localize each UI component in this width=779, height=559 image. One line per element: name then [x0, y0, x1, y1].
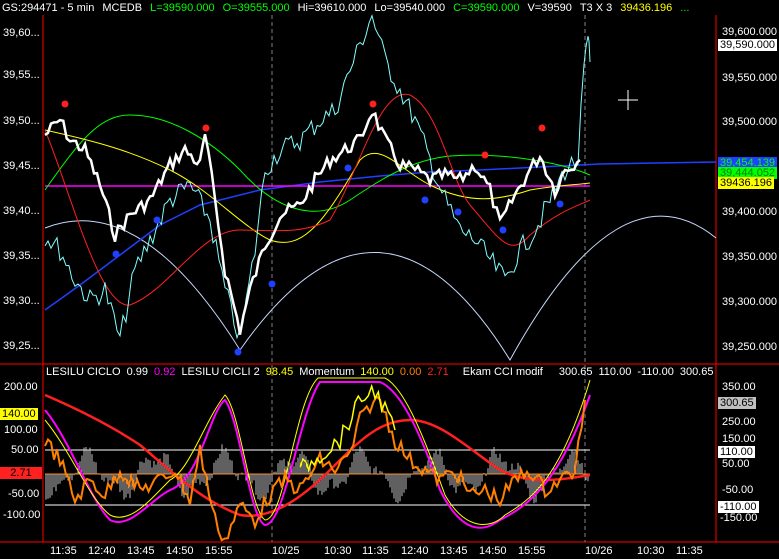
time-label: 13:45 [440, 545, 468, 557]
blue-trend-line [44, 161, 717, 311]
time-label: 15:55 [205, 545, 233, 557]
cci-v4: 300.65 [679, 366, 714, 378]
cyan-price-line [44, 13, 591, 340]
pivot-dot [234, 348, 242, 356]
cci-lower-tag: -110.00 [718, 501, 759, 513]
time-label: 12:40 [88, 545, 116, 557]
time-label: 10/26 [585, 545, 613, 557]
ind-right-label: 150.00 [722, 433, 756, 445]
price-left-label: 39,25... [3, 340, 40, 352]
c1-v1: 0.99 [126, 366, 149, 378]
price-right-label: 39,500.000 [722, 116, 778, 128]
pivot-dot [153, 216, 161, 224]
ind-right-label: 50.00 [722, 458, 750, 470]
yellow-value-tag: 39436.196 [718, 177, 774, 189]
ind-right-label: -50.00 [722, 484, 754, 496]
cycle-arc-series [44, 215, 717, 361]
cci-v2: 110.00 [598, 366, 632, 378]
cci-v3: -110.00 [637, 366, 674, 378]
c2-name: LESILU CICLI 2 [181, 366, 260, 378]
price-right-label: 39,400.000 [722, 206, 778, 218]
pivot-dot [538, 124, 546, 132]
momentum-red-tag: 2.71 [0, 467, 42, 479]
pivot-dot [112, 250, 120, 258]
pivot-dot [421, 196, 429, 204]
mom-v3: 2.71 [427, 366, 449, 378]
price-left-label: 39,50... [3, 115, 40, 127]
price-right-label: 39,300.000 [722, 296, 778, 308]
chart-canvas[interactable] [0, 0, 779, 559]
ind-right-label: -150.00 [720, 512, 758, 524]
green-cycle-line [44, 114, 591, 212]
momentum-tag: 140.00 [0, 408, 38, 420]
cci-upper-tag: 110.00 [718, 446, 755, 458]
c1-name: LESILU CICLO [46, 366, 121, 378]
ind-left-label: 200.00 [4, 381, 38, 393]
price-left-label: 39,30... [3, 295, 40, 307]
ind-left-label: -50.00 [8, 488, 40, 500]
time-label: 11:35 [676, 545, 703, 557]
pivot-dot [344, 164, 352, 172]
yellow-indicator-curve [44, 377, 591, 526]
pivot-dot [556, 200, 564, 208]
time-label: 12:40 [401, 545, 429, 557]
ind-left-label: 50.00 [11, 444, 39, 456]
cci-name: Ekam CCI modif [462, 366, 543, 378]
time-label: 10:30 [637, 545, 665, 557]
ind-left-label: 100.00 [4, 424, 38, 436]
pivot-dot [61, 100, 69, 108]
time-label: 14:50 [479, 545, 507, 557]
time-label: 10:30 [324, 545, 352, 557]
pivot-dot [268, 280, 276, 288]
pivot-dot [481, 151, 489, 159]
time-label: 15:55 [518, 545, 546, 557]
pivot-dot [369, 100, 377, 108]
price-left-label: 39,45... [3, 160, 40, 172]
time-label: 11:35 [362, 545, 389, 557]
time-label: 11:35 [50, 545, 77, 557]
c2-v: 98.45 [265, 366, 294, 378]
pivot-dot [202, 124, 210, 132]
time-label: 14:50 [166, 545, 194, 557]
magenta-indicator-curve [44, 381, 591, 529]
last-price-tag: 39,590.000 [718, 39, 778, 51]
time-label: 10/25 [272, 545, 300, 557]
time-label: 13:45 [127, 545, 155, 557]
ind-right-label: 350.00 [722, 381, 756, 393]
mom-v2: 0.00 [399, 366, 422, 378]
c1-v2: 0.92 [154, 366, 176, 378]
cci-value-tag: 300.65 [718, 397, 756, 409]
indicator-legend: LESILU CICLO 0.99 0.92 LESILU CICLI 2 98.45 M… [46, 365, 719, 379]
mom-name: Momentum [299, 366, 355, 378]
price-right-label: 39,550.000 [722, 72, 778, 84]
cci-v1: 300.65 [558, 366, 593, 378]
price-left-label: 39,35... [3, 250, 40, 262]
mom-v1: 140.00 [360, 366, 394, 378]
price-left-label: 39,40... [3, 205, 40, 217]
price-left-label: 39,55... [3, 69, 40, 81]
pivot-dot [454, 208, 462, 216]
ind-left-label: -100.00 [3, 509, 41, 521]
ind-right-label: 250.00 [722, 416, 756, 428]
price-left-label: 39,60... [3, 27, 40, 39]
pivot-dots [61, 100, 564, 356]
red-indicator-curve [44, 393, 591, 518]
price-right-label: 39,250.000 [722, 341, 778, 353]
crosshair-cursor [618, 90, 638, 110]
price-right-label: 39,600.000 [722, 26, 778, 38]
pivot-dot [499, 226, 507, 234]
white-price-line [44, 111, 581, 335]
price-right-label: 39,350.000 [722, 251, 778, 263]
